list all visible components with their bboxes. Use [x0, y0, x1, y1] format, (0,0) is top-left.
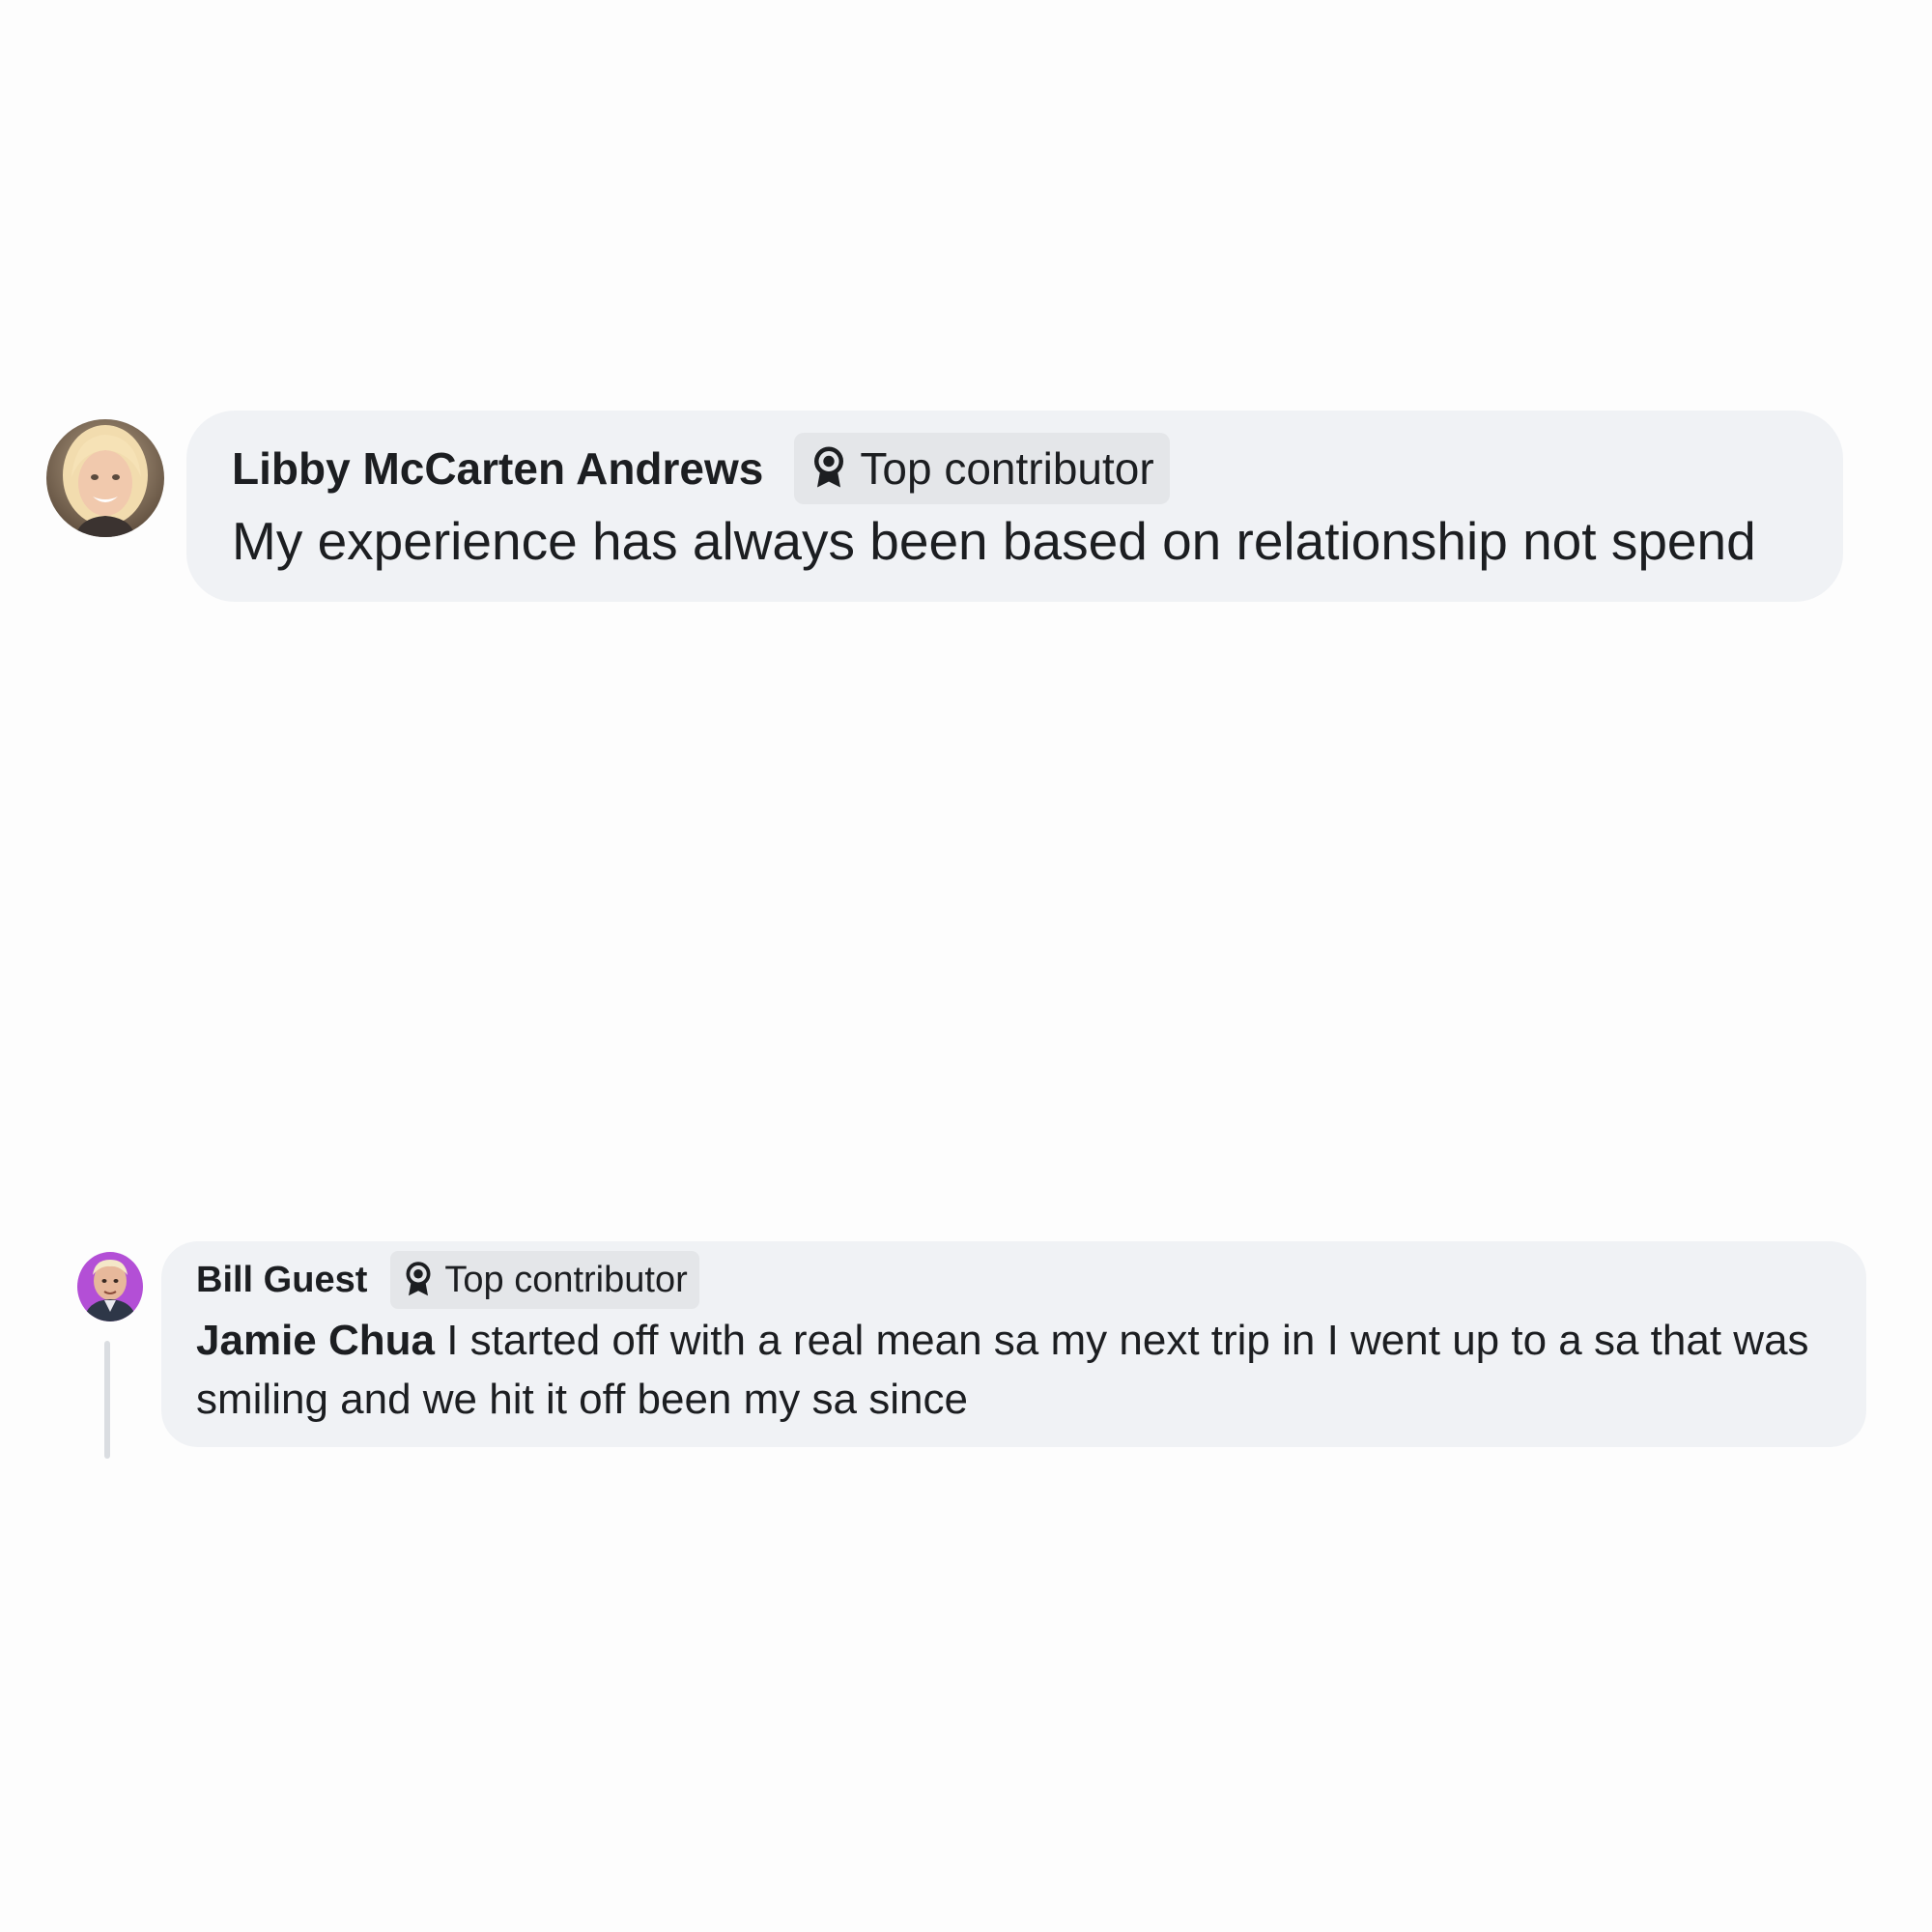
avatar[interactable]	[77, 1252, 143, 1321]
thread-line	[104, 1341, 110, 1459]
comment-header: Libby McCarten Andrews Top contributor	[232, 432, 1170, 505]
award-ribbon-icon	[814, 446, 844, 488]
comment-bubble: Libby McCarten Andrews Top contributor M…	[186, 411, 1843, 602]
badge-label: Top contributor	[444, 1259, 688, 1300]
top-contributor-badge[interactable]: Top contributor	[390, 1251, 699, 1309]
reply-comment: Bill Guest Top contributor Jamie Chua I …	[77, 1241, 1869, 1473]
comment-text: My experience has always been based on r…	[232, 511, 1756, 571]
top-contributor-badge[interactable]: Top contributor	[794, 433, 1170, 504]
author-name[interactable]: Libby McCarten Andrews	[232, 442, 763, 495]
author-name[interactable]: Bill Guest	[196, 1260, 367, 1301]
comment-body: I started off with a real mean sa my nex…	[196, 1317, 1809, 1423]
comments-page: Libby McCarten Andrews Top contributor M…	[0, 0, 1932, 1932]
award-ribbon-icon	[406, 1262, 431, 1296]
mention-link[interactable]: Jamie Chua	[196, 1317, 435, 1364]
comment-bubble: Bill Guest Top contributor Jamie Chua I …	[161, 1241, 1866, 1447]
comment-header: Bill Guest Top contributor	[196, 1249, 699, 1311]
comment-text: Jamie Chua I started off with a real mea…	[196, 1311, 1838, 1429]
avatar-photo	[77, 1252, 143, 1321]
avatar[interactable]	[46, 419, 164, 537]
badge-label: Top contributor	[860, 443, 1154, 494]
comment: Libby McCarten Andrews Top contributor M…	[46, 411, 1843, 604]
avatar-photo	[46, 419, 164, 537]
